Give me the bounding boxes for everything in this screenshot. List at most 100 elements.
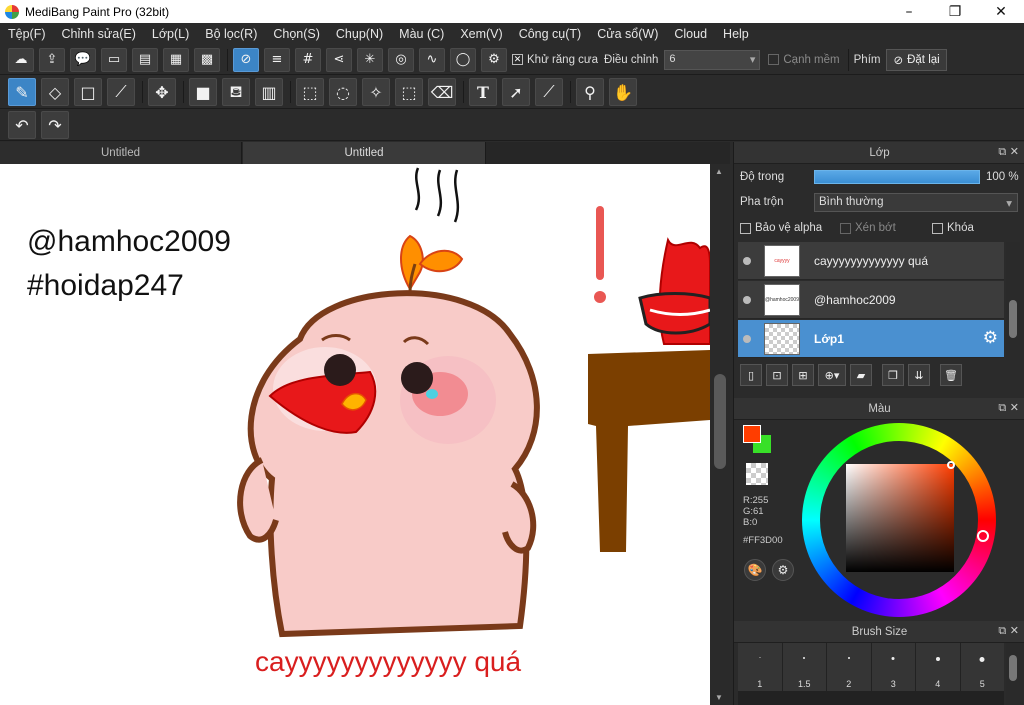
antialias-checkbox[interactable]: ✕ [512,54,523,65]
vanishing-point-icon[interactable]: ⋖ [326,47,352,72]
add-layer-menu-icon[interactable]: ⊕▾ [818,364,846,386]
new-layer-icon[interactable]: ▯ [740,364,762,386]
tab-untitled-2[interactable]: Untitled [243,142,486,164]
duplicate-layer-icon[interactable]: ❐ [882,364,904,386]
bucket-tool-icon[interactable]: ⛾ [222,78,250,106]
visibility-eye-icon[interactable] [743,295,751,304]
share-icon[interactable]: ⇪ [39,47,65,72]
correction-dropdown[interactable]: 6 [664,49,761,70]
panel-edit-icon[interactable]: ▩ [194,47,220,72]
text-tool-icon[interactable]: T [469,78,497,106]
menu-capture[interactable]: Chụp(N) [328,27,391,41]
layer-row[interactable]: @hamhoc2009 @hamhoc2009 [738,281,1004,319]
menu-edit[interactable]: Chỉnh sửa(E) [54,27,144,41]
new-1bit-layer-icon[interactable]: ⊞ [792,364,814,386]
rect-select-icon[interactable]: ⬚ [296,78,324,106]
hand-tool-icon[interactable]: ✋ [609,78,637,106]
foreground-color-swatch[interactable] [743,425,761,443]
visibility-eye-icon[interactable] [743,334,751,343]
scroll-up-arrow[interactable]: ▲ [715,167,723,176]
menu-cloud[interactable]: Cloud [666,27,715,41]
reset-button[interactable]: ⊘ Đặt lại [886,48,947,71]
lasso-select-icon[interactable]: ◌ [329,78,357,106]
layer-settings-gear-icon[interactable]: ⚙ [983,328,998,348]
layer-list-scrollbar[interactable] [1006,242,1020,360]
lock-option[interactable]: Khóa [932,222,974,234]
menu-window[interactable]: Cửa sổ(W) [589,27,666,41]
transparent-color-swatch[interactable] [746,463,768,485]
redo-icon[interactable]: ↷ [41,111,69,139]
tab-untitled-1[interactable]: Untitled [0,142,242,164]
brush-scroll-thumb[interactable] [1009,655,1017,681]
panel-controls[interactable]: ⧉ ✕ [998,624,1019,638]
menu-view[interactable]: Xem(V) [452,27,510,41]
layer-row-active[interactable]: Lớp1 ⚙ [738,320,1004,358]
brush-size-cell[interactable]: 3 [871,643,915,691]
select-eraser-icon[interactable]: ⌫ [428,78,456,106]
brush-size-scrollbar[interactable] [1006,643,1020,705]
opacity-slider[interactable] [814,170,980,184]
protect-alpha-option[interactable]: Bảo vệ alpha [740,222,822,234]
menu-filter[interactable]: Bộ lọc(R) [197,27,265,41]
merge-layer-icon[interactable]: ⇊ [908,364,930,386]
drawing-canvas[interactable]: @hamhoc2009 #hoidap247 cayyyyyyyyyyyyy q… [0,164,710,705]
panel-icon[interactable]: ▦ [163,47,189,72]
speech-bubble-icon[interactable]: ▭ [101,47,127,72]
dot-tool-icon[interactable]: □ [74,78,102,106]
delete-layer-icon[interactable]: 🗑 [940,364,962,386]
comment-icon[interactable]: 💬 [70,47,96,72]
eraser-tool-icon[interactable]: ◇ [41,78,69,106]
concentric-snap-icon[interactable]: ◎ [388,47,414,72]
magic-wand-icon[interactable]: ✧ [362,78,390,106]
divide-tool-icon[interactable]: ⟋ [535,78,563,106]
new-halftone-layer-icon[interactable]: ⊡ [766,364,788,386]
curve-snap-icon[interactable]: ∿ [419,47,445,72]
snap-off-icon[interactable]: ⊘ [233,47,259,72]
blend-mode-select[interactable]: Bình thường [814,193,1018,212]
undo-icon[interactable]: ↶ [8,111,36,139]
brush-size-cell[interactable]: 2 [827,643,871,691]
palette-icon[interactable]: 🎨 [744,559,766,581]
panel-controls[interactable]: ⧉ ✕ [998,401,1019,415]
canvas-scroll-thumb[interactable] [714,374,726,469]
menu-layer[interactable]: Lớp(L) [144,27,197,41]
circle-snap-icon[interactable]: ◯ [450,47,476,72]
move-tool-icon[interactable]: ✥ [148,78,176,106]
lock-checkbox[interactable] [932,222,943,234]
new-folder-icon[interactable]: ▰ [850,364,872,386]
select-pen-tool-icon[interactable]: ⬚ [395,78,423,106]
protect-alpha-checkbox[interactable] [740,222,751,234]
brush-tool-icon[interactable]: ✎ [8,78,36,106]
maximize-button[interactable]: ❐ [932,0,978,23]
grid-snap-icon[interactable]: # [295,47,321,72]
minimize-button[interactable]: – [886,0,932,23]
gradient-tool-icon[interactable]: ▥ [255,78,283,106]
menu-color[interactable]: Màu (C) [391,27,452,41]
canvas-scrollbar[interactable]: ▲ ▼ [710,164,730,705]
saturation-value-square[interactable] [846,464,954,572]
menu-file[interactable]: Tệp(F) [0,27,54,41]
hue-marker[interactable] [977,530,989,542]
scroll-down-arrow[interactable]: ▼ [715,693,723,702]
clipping-checkbox[interactable] [840,222,851,234]
select-pen-icon[interactable]: ⟋ [107,78,135,106]
layer-row[interactable]: cayyyy cayyyyyyyyyyyyy quá [738,242,1004,280]
sv-marker[interactable] [947,461,955,469]
menu-help[interactable]: Help [715,27,757,41]
close-button[interactable]: ✕ [978,0,1024,23]
operation-tool-icon[interactable]: ➚ [502,78,530,106]
clipping-option[interactable]: Xén bớt [840,222,896,234]
page-icon[interactable]: ▤ [132,47,158,72]
radial-snap-icon[interactable]: ✳ [357,47,383,72]
brush-size-cell[interactable]: 4 [916,643,960,691]
color-settings-icon[interactable]: ⚙ [772,559,794,581]
brush-size-cell[interactable]: 1.5 [782,643,826,691]
cloud-save-icon[interactable]: ☁ [8,47,34,72]
soft-edge-checkbox[interactable] [768,54,780,65]
brush-size-cell[interactable]: 1 [738,643,782,691]
parallel-snap-icon[interactable]: ≡ [264,47,290,72]
menu-select[interactable]: Chọn(S) [265,27,328,41]
shape-fill-icon[interactable]: ■ [189,78,217,106]
layer-scroll-thumb[interactable] [1009,300,1017,338]
snap-settings-icon[interactable]: ⚙ [481,47,507,72]
